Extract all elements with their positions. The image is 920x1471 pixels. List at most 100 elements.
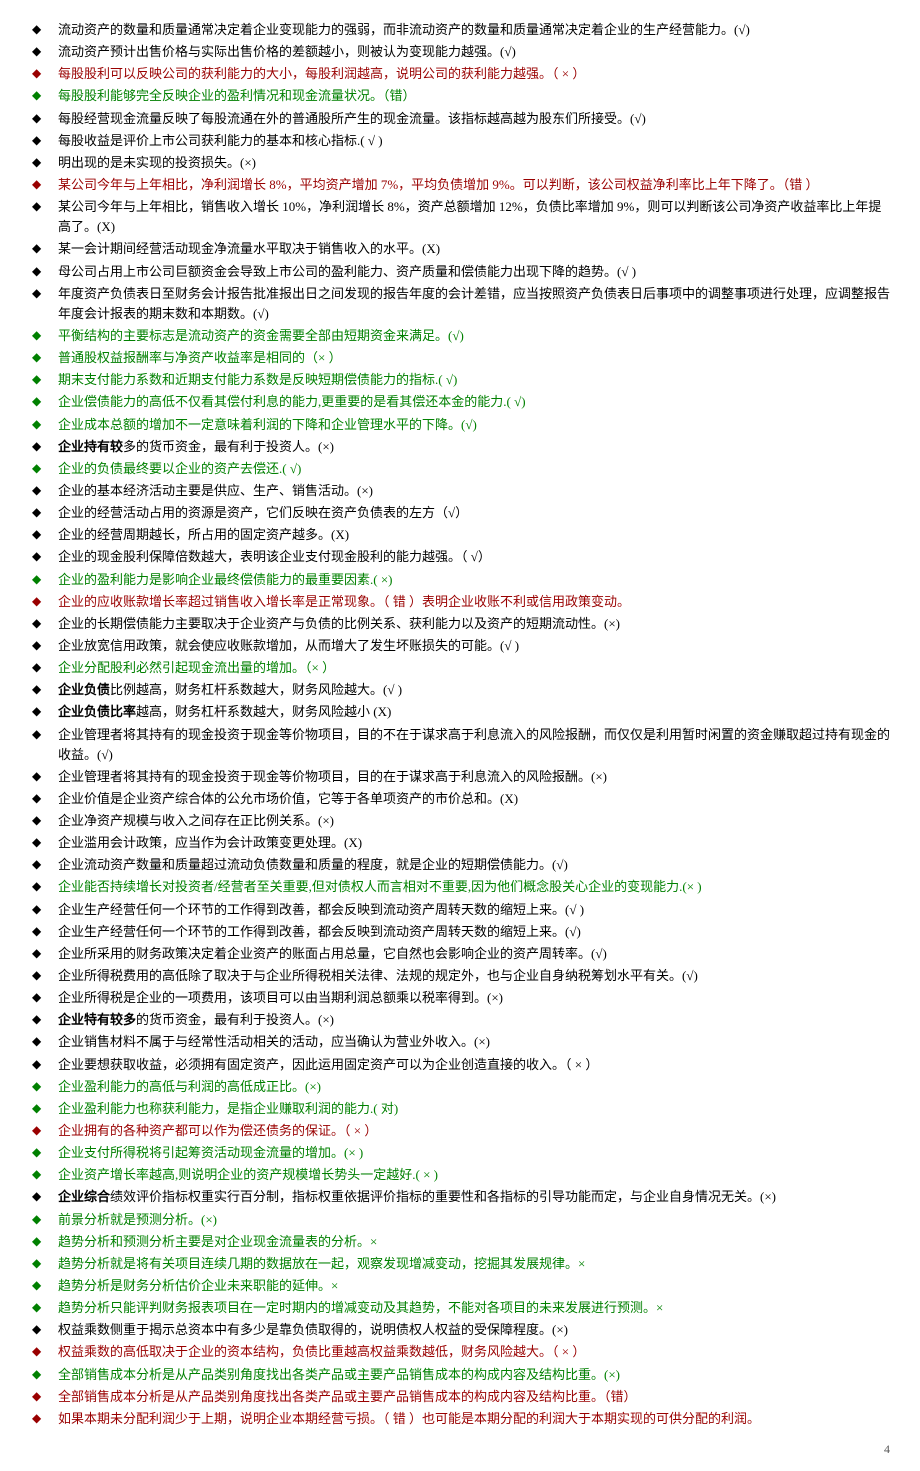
- statement-text: 全部销售成本分析是从产品类别角度找出各类产品或主要产品销售成本的构成内容及结构比…: [58, 1387, 890, 1407]
- diamond-bullet-icon: ◆: [30, 614, 58, 633]
- statement-text: 企业的经营活动占用的资源是资产，它们反映在资产负债表的左方（√）: [58, 503, 890, 523]
- statement-text: 企业盈利能力的高低与利润的高低成正比。(×): [58, 1077, 890, 1097]
- statement-text: 每股经营现金流量反映了每股流通在外的普通股所产生的现金流量。该指标越高越为股东们…: [58, 109, 890, 129]
- diamond-bullet-icon: ◆: [30, 1165, 58, 1184]
- statement-item: ◆每股股利能够完全反映企业的盈利情况和现金流量状况。（错）: [30, 86, 890, 106]
- diamond-bullet-icon: ◆: [30, 1099, 58, 1118]
- diamond-bullet-icon: ◆: [30, 767, 58, 786]
- diamond-bullet-icon: ◆: [30, 725, 58, 744]
- diamond-bullet-icon: ◆: [30, 900, 58, 919]
- statement-text: 企业所采用的财务政策决定着企业资产的账面占用总量，它自然也会影响企业的资产周转率…: [58, 944, 890, 964]
- diamond-bullet-icon: ◆: [30, 1276, 58, 1295]
- statement-text: 企业要想获取收益，必须拥有固定资产，因此运用固定资产可以为企业创造直接的收入。（…: [58, 1055, 890, 1075]
- statement-text: 权益乘数侧重于揭示总资本中有多少是靠负债取得的，说明债权人权益的受保障程度。(×…: [58, 1320, 890, 1340]
- diamond-bullet-icon: ◆: [30, 922, 58, 941]
- statement-item: ◆企业负债比率越高，财务杠杆系数越大，财务风险越小 (X): [30, 702, 890, 722]
- statement-item: ◆企业的基本经济活动主要是供应、生产、销售活动。(×): [30, 481, 890, 501]
- statement-item: ◆企业所采用的财务政策决定着企业资产的账面占用总量，它自然也会影响企业的资产周转…: [30, 944, 890, 964]
- statement-text: 企业分配股利必然引起现金流出量的增加。（× ）: [58, 658, 890, 678]
- diamond-bullet-icon: ◆: [30, 284, 58, 303]
- statement-text: 企业生产经营任何一个环节的工作得到改善，都会反映到流动资产周转天数的缩短上来。(…: [58, 900, 890, 920]
- statement-text: 企业放宽信用政策，就会使应收账款增加，从而增大了发生坏账损失的可能。(√ ): [58, 636, 890, 656]
- diamond-bullet-icon: ◆: [30, 370, 58, 389]
- statement-text: 每股收益是评价上市公司获利能力的基本和核心指标.( √ ): [58, 131, 890, 151]
- diamond-bullet-icon: ◆: [30, 547, 58, 566]
- statement-text: 某公司今年与上年相比，销售收入增长 10%，净利润增长 8%，资产总额增加 12…: [58, 197, 890, 237]
- statement-item: ◆企业的应收账款增长率超过销售收入增长率是正常现象。（ 错 ）表明企业收账不利或…: [30, 592, 890, 612]
- statement-list: ◆流动资产的数量和质量通常决定着企业变现能力的强弱，而非流动资产的数量和质量通常…: [30, 20, 890, 1429]
- diamond-bullet-icon: ◆: [30, 348, 58, 367]
- statement-text: 某公司今年与上年相比，净利润增长 8%，平均资产增加 7%，平均负债增加 9%。…: [58, 175, 890, 195]
- statement-text: 企业管理者将其持有的现金投资于现金等价物项目，目的不在于谋求高于利息流入的风险报…: [58, 725, 890, 765]
- statement-item: ◆企业所得税是企业的一项费用，该项目可以由当期利润总额乘以税率得到。(×): [30, 988, 890, 1008]
- statement-item: ◆企业所得税费用的高低除了取决于与企业所得税相关法律、法规的规定外，也与企业自身…: [30, 966, 890, 986]
- statement-text: 企业能否持续增长对投资者/经营者至关重要,但对债权人而言相对不重要,因为他们概念…: [58, 877, 890, 897]
- statement-item: ◆企业放宽信用政策，就会使应收账款增加，从而增大了发生坏账损失的可能。(√ ): [30, 636, 890, 656]
- statement-item: ◆企业盈利能力也称获利能力，是指企业赚取利润的能力.( 对): [30, 1099, 890, 1119]
- statement-text: 如果本期未分配利润少于上期，说明企业本期经营亏损。（ 错 ）也可能是本期分配的利…: [58, 1409, 890, 1429]
- diamond-bullet-icon: ◆: [30, 592, 58, 611]
- statement-text: 企业管理者将其持有的现金投资于现金等价物项目，目的在于谋求高于利息流入的风险报酬…: [58, 767, 890, 787]
- statement-text: 全部销售成本分析是从产品类别角度找出各类产品或主要产品销售成本的构成内容及结构比…: [58, 1365, 890, 1385]
- statement-text: 企业资产增长率越高,则说明企业的资产规模增长势头一定越好.( × ): [58, 1165, 890, 1185]
- diamond-bullet-icon: ◆: [30, 1055, 58, 1074]
- diamond-bullet-icon: ◆: [30, 415, 58, 434]
- statement-text: 每股股利可以反映公司的获利能力的大小，每股利润越高，说明公司的获利能力越强。（ …: [58, 64, 890, 84]
- statement-text: 平衡结构的主要标志是流动资产的资金需要全部由短期资金来满足。(√): [58, 326, 890, 346]
- diamond-bullet-icon: ◆: [30, 481, 58, 500]
- statement-item: ◆某一会计期间经营活动现金净流量水平取决于销售收入的水平。(X): [30, 239, 890, 259]
- statement-text: 明出现的是未实现的投资损失。(×): [58, 153, 890, 173]
- diamond-bullet-icon: ◆: [30, 1143, 58, 1162]
- statement-item: ◆企业的经营活动占用的资源是资产，它们反映在资产负债表的左方（√）: [30, 503, 890, 523]
- diamond-bullet-icon: ◆: [30, 175, 58, 194]
- diamond-bullet-icon: ◆: [30, 153, 58, 172]
- statement-item: ◆期末支付能力系数和近期支付能力系数是反映短期偿债能力的指标.( √): [30, 370, 890, 390]
- statement-item: ◆企业管理者将其持有的现金投资于现金等价物项目，目的不在于谋求高于利息流入的风险…: [30, 725, 890, 765]
- statement-text: 前景分析就是预测分析。(×): [58, 1210, 890, 1230]
- diamond-bullet-icon: ◆: [30, 1010, 58, 1029]
- diamond-bullet-icon: ◆: [30, 1121, 58, 1140]
- statement-text: 企业的长期偿债能力主要取决于企业资产与负债的比例关系、获利能力以及资产的短期流动…: [58, 614, 890, 634]
- diamond-bullet-icon: ◆: [30, 437, 58, 456]
- statement-item: ◆企业资产增长率越高,则说明企业的资产规模增长势头一定越好.( × ): [30, 1165, 890, 1185]
- statement-item: ◆企业净资产规模与收入之间存在正比例关系。(×): [30, 811, 890, 831]
- statement-text: 企业偿债能力的高低不仅看其偿付利息的能力,更重要的是看其偿还本金的能力.( √): [58, 392, 890, 412]
- statement-item: ◆企业要想获取收益，必须拥有固定资产，因此运用固定资产可以为企业创造直接的收入。…: [30, 1055, 890, 1075]
- diamond-bullet-icon: ◆: [30, 789, 58, 808]
- statement-text: 企业价值是企业资产综合体的公允市场价值，它等于各单项资产的市价总和。(X): [58, 789, 890, 809]
- statement-item: ◆趋势分析只能评判财务报表项目在一定时期内的增减变动及其趋势，不能对各项目的未来…: [30, 1298, 890, 1318]
- statement-item: ◆企业偿债能力的高低不仅看其偿付利息的能力,更重要的是看其偿还本金的能力.( √…: [30, 392, 890, 412]
- diamond-bullet-icon: ◆: [30, 966, 58, 985]
- statement-text: 企业成本总额的增加不一定意味着利润的下降和企业管理水平的下降。(√): [58, 415, 890, 435]
- statement-item: ◆趋势分析就是将有关项目连续几期的数据放在一起，观察发现增减变动，挖掘其发展规律…: [30, 1254, 890, 1274]
- diamond-bullet-icon: ◆: [30, 1210, 58, 1229]
- diamond-bullet-icon: ◆: [30, 877, 58, 896]
- statement-text: 企业的基本经济活动主要是供应、生产、销售活动。(×): [58, 481, 890, 501]
- diamond-bullet-icon: ◆: [30, 1365, 58, 1384]
- statement-item: ◆企业支付所得税将引起筹资活动现金流量的增加。(× ): [30, 1143, 890, 1163]
- statement-item: ◆企业持有较多的货币资金，最有利于投资人。(×): [30, 437, 890, 457]
- diamond-bullet-icon: ◆: [30, 1320, 58, 1339]
- statement-text: 权益乘数的高低取决于企业的资本结构，负债比重越高权益乘数越低，财务风险越大。（ …: [58, 1342, 890, 1362]
- statement-text: 企业负债比例越高，财务杠杆系数越大，财务风险越大。(√ ): [58, 680, 890, 700]
- statement-item: ◆企业的负债最终要以企业的资产去偿还.( √): [30, 459, 890, 479]
- statement-text: 企业净资产规模与收入之间存在正比例关系。(×): [58, 811, 890, 831]
- statement-text: 企业盈利能力也称获利能力，是指企业赚取利润的能力.( 对): [58, 1099, 890, 1119]
- statement-item: ◆企业的现金股利保障倍数越大，表明该企业支付现金股利的能力越强。（ √）: [30, 547, 890, 567]
- diamond-bullet-icon: ◆: [30, 944, 58, 963]
- diamond-bullet-icon: ◆: [30, 262, 58, 281]
- statement-item: ◆企业价值是企业资产综合体的公允市场价值，它等于各单项资产的市价总和。(X): [30, 789, 890, 809]
- diamond-bullet-icon: ◆: [30, 131, 58, 150]
- statement-item: ◆企业的长期偿债能力主要取决于企业资产与负债的比例关系、获利能力以及资产的短期流…: [30, 614, 890, 634]
- statement-text: 每股股利能够完全反映企业的盈利情况和现金流量状况。（错）: [58, 86, 890, 106]
- diamond-bullet-icon: ◆: [30, 1409, 58, 1428]
- diamond-bullet-icon: ◆: [30, 833, 58, 852]
- statement-item: ◆企业特有较多的货币资金，最有利于投资人。(×): [30, 1010, 890, 1030]
- statement-item: ◆企业能否持续增长对投资者/经营者至关重要,但对债权人而言相对不重要,因为他们概…: [30, 877, 890, 897]
- statement-item: ◆企业分配股利必然引起现金流出量的增加。（× ）: [30, 658, 890, 678]
- diamond-bullet-icon: ◆: [30, 197, 58, 216]
- diamond-bullet-icon: ◆: [30, 1232, 58, 1251]
- statement-item: ◆企业滥用会计政策，应当作为会计政策变更处理。(X): [30, 833, 890, 853]
- diamond-bullet-icon: ◆: [30, 1387, 58, 1406]
- statement-text: 企业所得税是企业的一项费用，该项目可以由当期利润总额乘以税率得到。(×): [58, 988, 890, 1008]
